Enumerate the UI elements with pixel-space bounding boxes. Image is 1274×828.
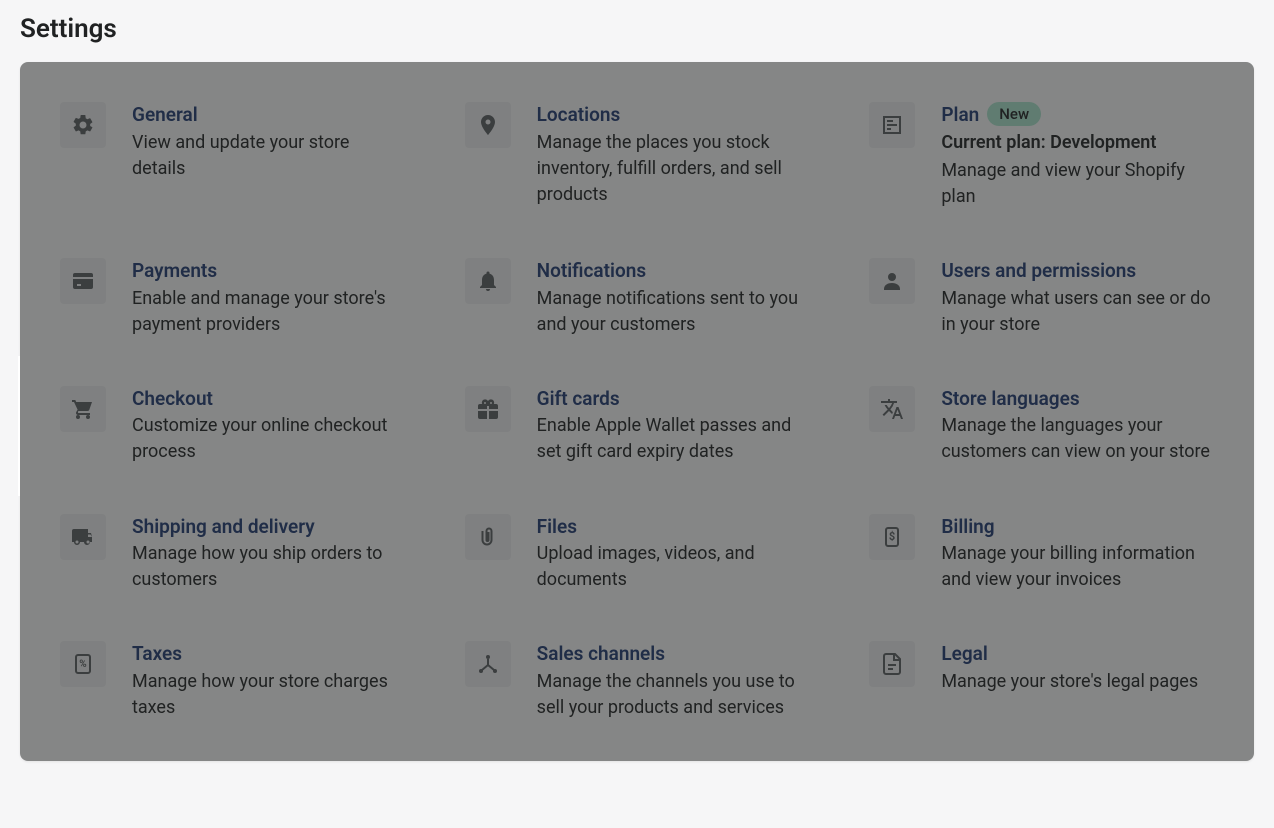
card-description: Manage notifications sent to you and you… — [537, 286, 810, 338]
card-title[interactable]: Sales channels — [537, 641, 665, 667]
card-body: Users and permissionsManage what users c… — [941, 258, 1214, 338]
settings-card-languages[interactable]: Store languagesManage the languages your… — [869, 386, 1214, 466]
checkout-icon — [60, 386, 106, 432]
card-description: Manage the channels you use to sell your… — [537, 669, 810, 721]
settings-panel: GeneralView and update your store detail… — [20, 62, 1254, 761]
settings-card-billing[interactable]: BillingManage your billing information a… — [869, 514, 1214, 594]
card-body: BillingManage your billing information a… — [941, 514, 1214, 594]
card-description: Manage your store's legal pages — [941, 669, 1214, 695]
giftcards-icon — [465, 386, 511, 432]
badge-new: New — [987, 102, 1041, 126]
settings-card-checkout[interactable]: CheckoutCustomize your online checkout p… — [60, 386, 405, 466]
legal-icon — [869, 641, 915, 687]
settings-card-saleschannels[interactable]: Sales channelsManage the channels you us… — [465, 641, 810, 721]
shipping-icon — [60, 514, 106, 560]
card-description: Manage and view your Shopify plan — [941, 158, 1214, 210]
settings-card-files[interactable]: FilesUpload images, videos, and document… — [465, 514, 810, 594]
settings-card-general[interactable]: GeneralView and update your store detail… — [60, 102, 405, 210]
files-icon — [465, 514, 511, 560]
card-body: LocationsManage the places you stock inv… — [537, 102, 810, 208]
card-title[interactable]: General — [132, 102, 198, 128]
locations-icon — [465, 102, 511, 148]
card-title[interactable]: Files — [537, 514, 577, 540]
settings-card-locations[interactable]: LocationsManage the places you stock inv… — [465, 102, 810, 210]
card-extra: Current plan: Development — [941, 130, 1214, 156]
card-body: Gift cardsEnable Apple Wallet passes and… — [537, 386, 810, 466]
settings-card-plan[interactable]: Plan New Current plan: DevelopmentManage a… — [869, 102, 1214, 210]
card-title[interactable]: Checkout — [132, 386, 213, 412]
card-title[interactable]: Billing — [941, 514, 994, 540]
card-body: Shipping and deliveryManage how you ship… — [132, 514, 405, 594]
card-description: View and update your store details — [132, 130, 405, 182]
card-body: PaymentsEnable and manage your store's p… — [132, 258, 405, 338]
card-title[interactable]: Plan — [941, 102, 979, 128]
settings-card-payments[interactable]: PaymentsEnable and manage your store's p… — [60, 258, 405, 338]
card-description: Manage the places you stock inventory, f… — [537, 130, 810, 208]
card-title[interactable]: Shipping and delivery — [132, 514, 315, 540]
settings-card-users[interactable]: Users and permissionsManage what users c… — [869, 258, 1214, 338]
card-title[interactable]: Payments — [132, 258, 217, 284]
settings-card-notifications[interactable]: NotificationsManage notifications sent t… — [465, 258, 810, 338]
card-body: GeneralView and update your store detail… — [132, 102, 405, 182]
card-body: LegalManage your store's legal pages — [941, 641, 1214, 695]
card-title[interactable]: Users and permissions — [941, 258, 1136, 284]
card-title[interactable]: Notifications — [537, 258, 646, 284]
settings-card-shipping[interactable]: Shipping and deliveryManage how you ship… — [60, 514, 405, 594]
card-description: Enable and manage your store's payment p… — [132, 286, 405, 338]
card-body: CheckoutCustomize your online checkout p… — [132, 386, 405, 466]
card-body: Plan New Current plan: DevelopmentManage a… — [941, 102, 1214, 210]
card-body: TaxesManage how your store charges taxes — [132, 641, 405, 721]
general-icon — [60, 102, 106, 148]
settings-card-legal[interactable]: LegalManage your store's legal pages — [869, 641, 1214, 721]
card-title[interactable]: Store languages — [941, 386, 1079, 412]
users-icon — [869, 258, 915, 304]
languages-icon — [869, 386, 915, 432]
card-description: Manage how your store charges taxes — [132, 669, 405, 721]
card-body: Store languagesManage the languages your… — [941, 386, 1214, 466]
card-title[interactable]: Taxes — [132, 641, 182, 667]
card-description: Manage the languages your customers can … — [941, 413, 1214, 465]
card-description: Enable Apple Wallet passes and set gift … — [537, 413, 810, 465]
card-description: Manage your billing information and view… — [941, 541, 1214, 593]
card-body: NotificationsManage notifications sent t… — [537, 258, 810, 338]
page-title: Settings — [20, 14, 1254, 44]
settings-card-giftcards[interactable]: Gift cardsEnable Apple Wallet passes and… — [465, 386, 810, 466]
card-description: Manage how you ship orders to customers — [132, 541, 405, 593]
card-body: Sales channelsManage the channels you us… — [537, 641, 810, 721]
notifications-icon — [465, 258, 511, 304]
card-description: Customize your online checkout process — [132, 413, 405, 465]
card-body: FilesUpload images, videos, and document… — [537, 514, 810, 594]
taxes-icon — [60, 641, 106, 687]
card-title[interactable]: Gift cards — [537, 386, 620, 412]
card-description: Manage what users can see or do in your … — [941, 286, 1214, 338]
payments-icon — [60, 258, 106, 304]
billing-icon — [869, 514, 915, 560]
plan-icon — [869, 102, 915, 148]
card-title[interactable]: Legal — [941, 641, 987, 667]
card-description: Upload images, videos, and documents — [537, 541, 810, 593]
saleschannels-icon — [465, 641, 511, 687]
card-title[interactable]: Locations — [537, 102, 621, 128]
settings-card-taxes[interactable]: TaxesManage how your store charges taxes — [60, 641, 405, 721]
